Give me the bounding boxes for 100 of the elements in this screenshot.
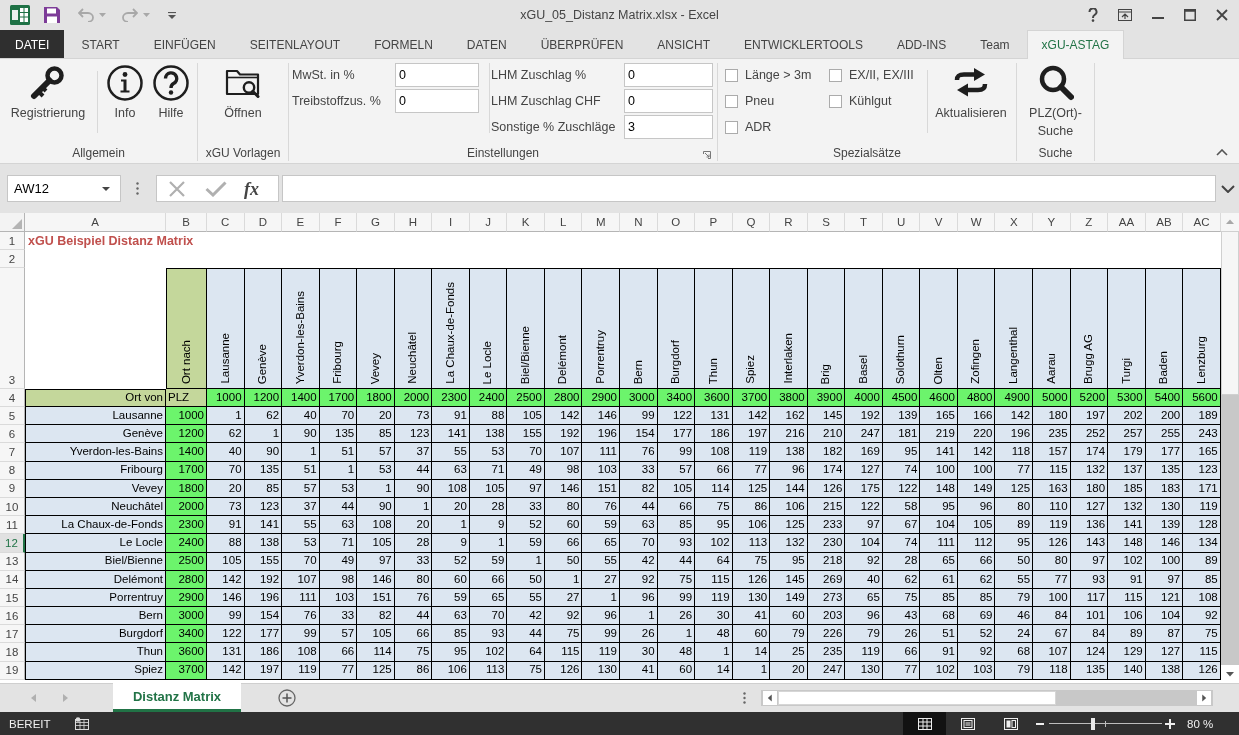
column-header[interactable]: L [544,213,583,232]
ribbon-button[interactable]: Hilfe [148,63,194,145]
checkbox[interactable] [725,94,738,108]
input-field[interactable]: 3 [624,115,713,139]
ribbon-button[interactable]: Info [102,63,148,145]
scrollbar-thumb[interactable] [1221,231,1239,395]
minus-icon[interactable] [1036,722,1044,725]
help-icon[interactable] [1088,8,1098,22]
input-field[interactable]: 0 [624,89,713,113]
input-field[interactable]: 0 [624,63,713,87]
scroll-down-icon[interactable] [1221,665,1239,683]
column-header[interactable]: R [770,213,808,232]
column-header[interactable]: I [432,213,470,232]
ribbon-tab[interactable]: DATEI [0,30,65,58]
dialog-launcher-icon[interactable] [703,151,711,159]
column-header[interactable]: G [357,213,395,232]
checkbox[interactable] [829,68,842,82]
column-header[interactable]: W [957,213,996,232]
vertical-scrollbar[interactable] [1221,213,1239,683]
chevron-down-icon[interactable] [1221,184,1235,193]
ribbon-button[interactable]: Aktualisieren [928,63,1014,145]
ribbon-button[interactable]: Öffnen [203,63,283,145]
column-header[interactable]: Z [1070,213,1109,232]
ribbon-tab[interactable]: EINFÜGEN [136,30,233,58]
checkbox[interactable] [725,120,738,134]
ribbon-tab[interactable]: ADD-INS [879,30,964,58]
input-field[interactable]: 0 [395,89,479,113]
column-header[interactable]: Q [732,213,771,232]
ribbon-tab[interactable]: FORMELN [357,30,450,58]
ribbon-tab[interactable]: ENTWICKLERTOOLS [727,30,880,58]
column-header[interactable]: T [845,213,883,232]
view-button[interactable] [903,712,946,735]
insert-function-button[interactable]: fx [244,178,259,199]
slider-thumb[interactable] [1091,717,1096,730]
row-header[interactable]: 5 [0,407,25,426]
row-header[interactable]: 4 [0,389,25,407]
row-header[interactable]: 12 [0,534,25,553]
column-header[interactable]: Y [1033,213,1071,232]
column-header[interactable]: A [25,213,166,232]
column-header[interactable]: AB [1145,213,1184,232]
row-header[interactable]: 1 [0,232,25,250]
grip-icon[interactable] [743,692,746,704]
ribbon-tab[interactable]: ANSICHT [640,30,727,58]
column-header[interactable]: M [582,213,620,232]
horizontal-scrollbar[interactable] [761,690,1213,706]
scrollbar-thumb[interactable] [778,691,1056,705]
column-header[interactable]: H [394,213,433,232]
column-header[interactable]: F [319,213,358,232]
column-header[interactable]: E [282,213,320,232]
ribbon-display-options-icon[interactable] [1118,9,1132,21]
macro-record-icon[interactable] [74,717,89,730]
plus-circle-icon[interactable] [278,689,296,707]
ribbon-tab[interactable]: SEITENLAYOUT [232,30,358,58]
row-header[interactable]: 7 [0,443,25,462]
checkbox[interactable] [829,94,842,108]
save-icon[interactable] [44,7,60,23]
check-icon[interactable] [205,180,227,197]
scroll-right-icon[interactable] [1196,691,1212,705]
maximize-icon[interactable] [1184,9,1196,21]
column-header[interactable]: K [507,213,545,232]
ribbon-button[interactable]: PLZ(Ort)-Suche [1018,63,1093,145]
ribbon-tab[interactable]: xGU-ASTAG [1026,30,1125,59]
column-header[interactable]: V [920,213,958,232]
close-icon[interactable] [1216,9,1228,21]
ribbon-tab[interactable]: ÜBERPRÜFEN [523,30,641,58]
row-header[interactable]: 16 [0,607,25,626]
ribbon-button[interactable]: Registrierung [3,63,93,145]
column-header[interactable]: B [166,213,207,232]
scroll-left-icon[interactable] [762,691,778,705]
column-header[interactable]: C [207,213,245,232]
column-header[interactable]: AA [1108,213,1146,232]
sheet-tab[interactable]: Distanz Matrix [113,683,241,712]
customize-toolbar-icon[interactable] [168,11,176,19]
row-header[interactable]: 18 [0,643,25,662]
plus-icon[interactable] [1165,718,1175,729]
column-header[interactable]: P [695,213,733,232]
name-box[interactable]: AW12 [7,175,121,202]
column-header[interactable]: X [995,213,1034,232]
chevron-up-icon[interactable] [1216,149,1228,156]
zoom-level[interactable]: 80 % [1187,717,1217,730]
row-header[interactable]: 3 [0,268,25,389]
column-header[interactable]: S [807,213,846,232]
row-header[interactable]: 6 [0,425,25,444]
column-header[interactable]: J [469,213,508,232]
row-header[interactable]: 17 [0,625,25,644]
column-header[interactable]: N [620,213,658,232]
ribbon-tab[interactable]: Team [963,30,1027,58]
input-field[interactable]: 0 [395,63,479,87]
checkbox[interactable] [725,68,738,82]
column-header[interactable]: O [657,213,696,232]
row-header[interactable]: 2 [0,250,25,268]
row-header[interactable]: 11 [0,516,25,535]
formula-input[interactable] [282,175,1216,202]
ribbon-tab[interactable]: DATEN [449,30,524,58]
grip-icon[interactable] [136,182,139,195]
caret-icon[interactable] [102,186,110,191]
ribbon-tab[interactable]: START [64,30,137,58]
column-header[interactable]: D [244,213,283,232]
column-header[interactable]: U [882,213,921,232]
column-header[interactable]: AC [1183,213,1221,232]
